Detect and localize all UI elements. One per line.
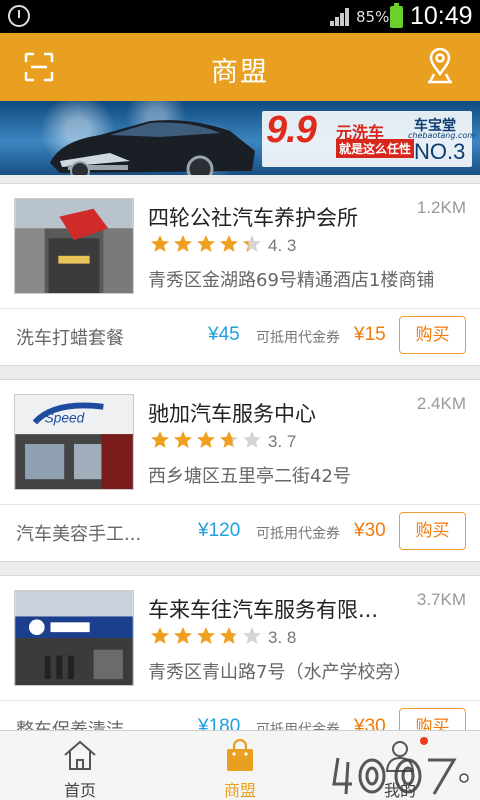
location-pin-icon[interactable]	[424, 48, 456, 84]
package-name: 汽车美容手工...	[16, 524, 142, 545]
buy-button[interactable]: 购买	[399, 316, 466, 354]
app-header: 商盟	[0, 33, 480, 101]
buy-button[interactable]: 购买	[399, 512, 466, 550]
promo-rank: NO.3	[414, 139, 466, 164]
shop-card[interactable]: Speed 驰加汽车服务中心 2.4KM 3. 7 西乡塘区五里亭二街42号 汽…	[0, 379, 480, 562]
star-full-icon	[197, 235, 215, 252]
voucher-label: 可抵用代金券	[256, 526, 340, 542]
star-full-icon	[220, 235, 238, 252]
shop-name: 四轮公社汽车养护会所	[148, 206, 358, 230]
package-price: ¥45	[208, 324, 240, 345]
star-full-icon	[174, 235, 192, 252]
shop-photo	[14, 590, 134, 686]
voucher-amount: ¥15	[354, 324, 386, 345]
shopping-bag-icon	[227, 738, 253, 771]
star-full-icon	[151, 431, 169, 448]
alarm-icon	[8, 5, 30, 27]
shop-distance: 1.2KM	[416, 198, 466, 217]
shop-photo: Speed	[14, 394, 134, 490]
tab-label: 商盟	[223, 781, 256, 800]
battery-icon	[390, 3, 403, 28]
promo-banner[interactable]: 9.9 元洗车 就是这么任性 车宝堂 chebaotang.com NO.3	[0, 101, 480, 175]
package-price: ¥120	[198, 520, 241, 541]
star-empty-icon	[243, 627, 261, 644]
home-icon	[64, 740, 96, 770]
divider	[0, 308, 480, 309]
shop-name: 车来车往汽车服务有限...	[148, 598, 379, 622]
status-bar: 85% 10:49	[0, 0, 480, 33]
rating-value: 3. 7	[268, 432, 297, 451]
tab-label: 首页	[63, 781, 96, 800]
svg-text:Speed: Speed	[45, 410, 85, 425]
tab-merchants[interactable]: 商盟	[160, 731, 320, 800]
car-image	[50, 120, 255, 175]
shop-photo	[14, 198, 134, 294]
shop-address: 青秀区金湖路69号精通酒店1楼商铺	[148, 270, 435, 291]
shop-distance: 2.4KM	[416, 394, 466, 413]
divider	[0, 700, 480, 701]
tab-home[interactable]: 首页	[0, 731, 160, 800]
package-name: 洗车打蜡套餐	[16, 328, 124, 349]
shop-address: 青秀区青山路7号（水产学校旁）	[148, 662, 412, 683]
shop-name: 驰加汽车服务中心	[148, 402, 316, 426]
star-half-icon	[220, 627, 238, 644]
shop-address: 西乡塘区五里亭二街42号	[148, 466, 351, 487]
star-full-icon	[197, 431, 215, 448]
star-full-icon	[151, 627, 169, 644]
watermark-logo	[332, 757, 469, 795]
rating-value: 4. 3	[268, 236, 297, 255]
app-root: 85% 10:49 商盟 9.9 元洗车 就是这么任性 车宝堂 chebaota…	[0, 0, 480, 800]
voucher-amount: ¥30	[354, 520, 386, 541]
voucher-label: 可抵用代金券	[256, 330, 340, 346]
promo-slogan: 就是这么任性	[336, 139, 415, 158]
shop-card[interactable]: 四轮公社汽车养护会所 1.2KM 4. 3 青秀区金湖路69号精通酒店1楼商铺 …	[0, 183, 480, 366]
divider	[0, 504, 480, 505]
star-full-icon	[197, 627, 215, 644]
star-half-icon	[220, 431, 238, 448]
shop-distance: 3.7KM	[416, 590, 466, 609]
star-empty-icon	[243, 431, 261, 448]
rating-value: 3. 8	[268, 628, 297, 647]
notification-dot	[420, 737, 428, 745]
star-half-icon	[243, 235, 261, 252]
star-full-icon	[151, 235, 169, 252]
battery-percent: 85%	[356, 8, 390, 26]
page-title: 商盟	[211, 57, 269, 88]
star-full-icon	[174, 627, 192, 644]
signal-icon	[330, 8, 352, 26]
clock: 10:49	[410, 2, 473, 30]
promo-price: 9.9	[266, 109, 317, 151]
star-full-icon	[174, 431, 192, 448]
